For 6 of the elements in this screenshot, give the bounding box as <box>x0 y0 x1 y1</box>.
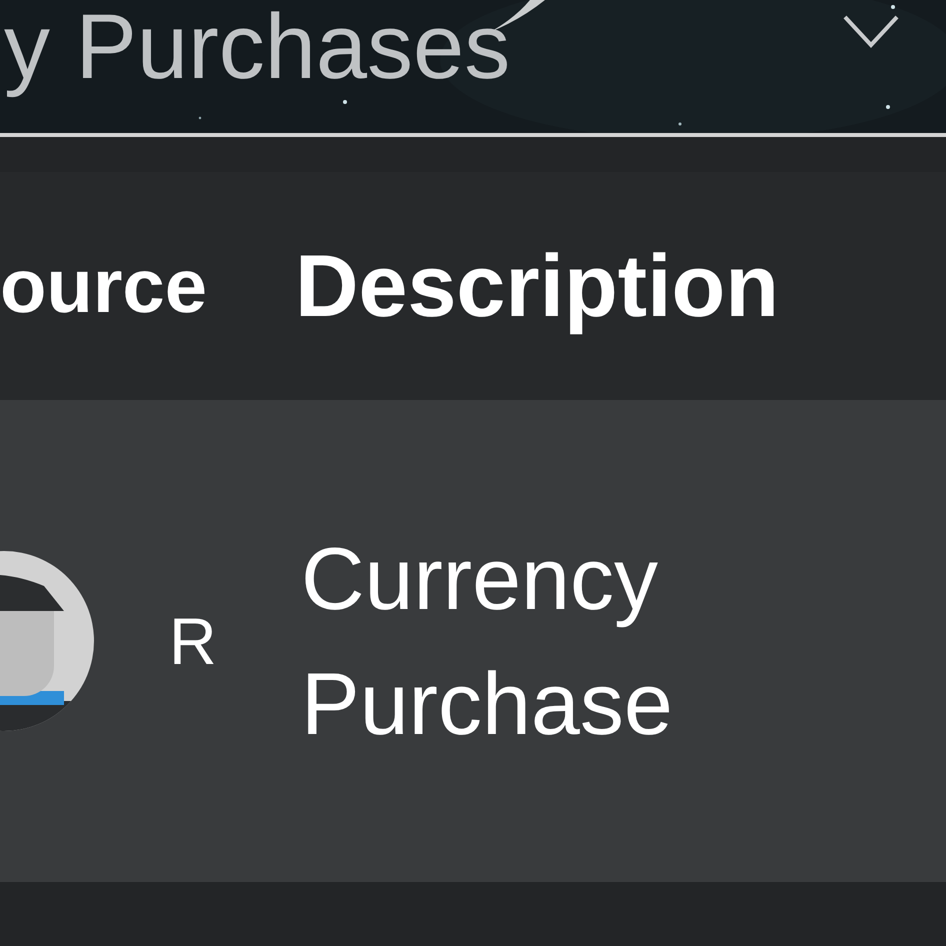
page-title: y Purchases <box>3 0 512 100</box>
source-name: R <box>169 603 218 679</box>
column-header: ource <box>0 242 207 330</box>
description-text: Currency Purchase <box>301 528 674 755</box>
column-header: Description <box>294 235 780 337</box>
chevron-down-icon[interactable] <box>842 14 900 50</box>
